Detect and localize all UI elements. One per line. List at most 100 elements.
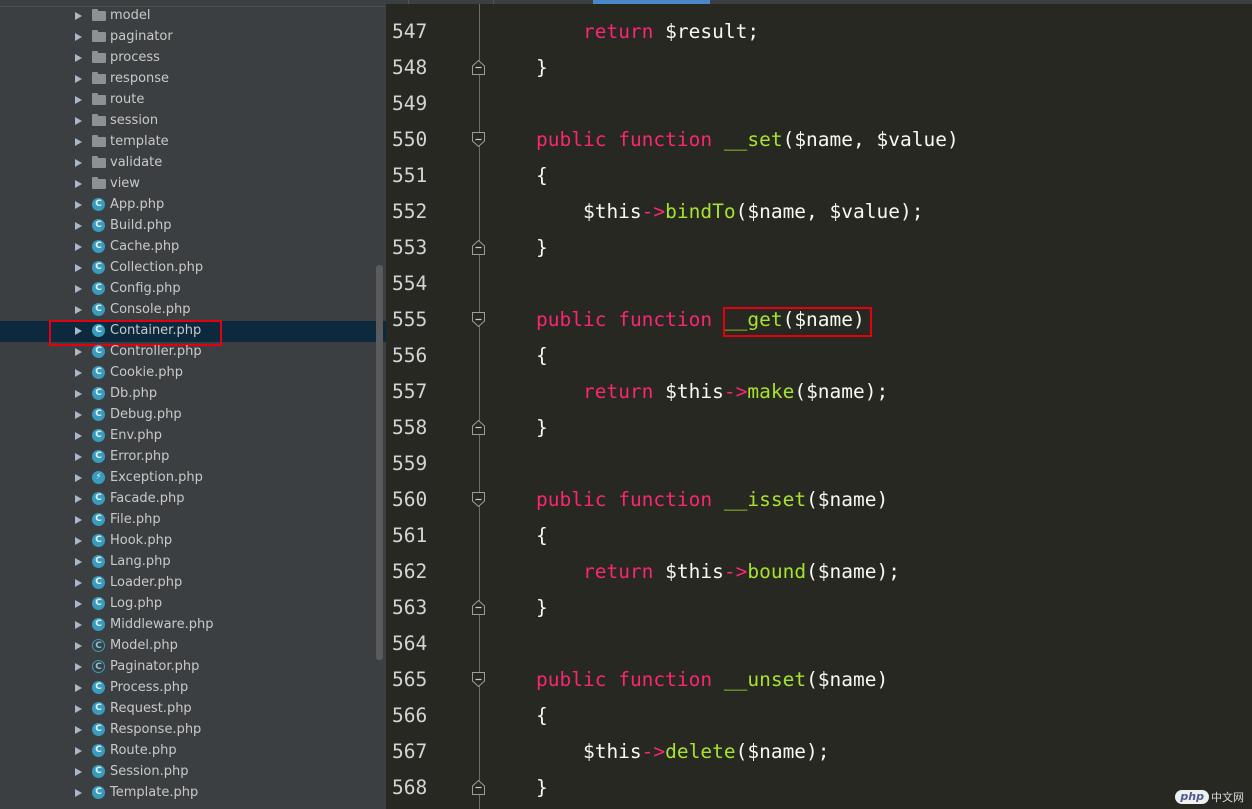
tree-file-item[interactable]: C Request.php xyxy=(0,699,386,720)
expand-arrow-icon[interactable] xyxy=(75,201,82,209)
code-line[interactable]: 566 { xyxy=(386,698,1252,734)
code-line[interactable]: 551 { xyxy=(386,158,1252,194)
fold-collapse-icon[interactable] xyxy=(472,492,485,507)
line-number[interactable]: 557 xyxy=(392,374,432,410)
tree-file-item[interactable]: C Config.php xyxy=(0,279,386,300)
tree-file-item[interactable]: C Db.php xyxy=(0,384,386,405)
code-line[interactable]: 554 xyxy=(386,266,1252,302)
expand-arrow-icon[interactable] xyxy=(75,516,82,524)
fold-end-icon[interactable] xyxy=(472,60,485,75)
tree-folder-item[interactable]: paginator xyxy=(0,27,386,48)
line-number[interactable]: 566 xyxy=(392,698,432,734)
tree-file-item[interactable]: C Cache.php xyxy=(0,237,386,258)
tree-file-item[interactable]: C Process.php xyxy=(0,678,386,699)
code-editor[interactable]: 547 return $result; 548} 549 550 public func… xyxy=(386,0,1252,809)
line-number[interactable]: 556 xyxy=(392,338,432,374)
code-line[interactable]: 558} xyxy=(386,410,1252,446)
expand-arrow-icon[interactable] xyxy=(75,33,82,41)
expand-arrow-icon[interactable] xyxy=(75,369,82,377)
line-number[interactable]: 567 xyxy=(392,734,432,770)
expand-arrow-icon[interactable] xyxy=(75,222,82,230)
expand-arrow-icon[interactable] xyxy=(75,243,82,251)
line-number[interactable]: 559 xyxy=(392,446,432,482)
expand-arrow-icon[interactable] xyxy=(75,642,82,650)
line-number[interactable]: 554 xyxy=(392,266,432,302)
fold-collapse-icon[interactable] xyxy=(472,132,485,147)
expand-arrow-icon[interactable] xyxy=(75,621,82,629)
tree-folder-item[interactable]: route xyxy=(0,90,386,111)
line-number[interactable]: 548 xyxy=(392,50,432,86)
tree-file-item[interactable]: C Build.php xyxy=(0,216,386,237)
expand-arrow-icon[interactable] xyxy=(75,96,82,104)
line-number[interactable]: 568 xyxy=(392,770,432,806)
expand-arrow-icon[interactable] xyxy=(75,495,82,503)
expand-arrow-icon[interactable] xyxy=(75,117,82,125)
tree-folder-item[interactable]: process xyxy=(0,48,386,69)
code-line[interactable]: 550 public function __set($name, $value) xyxy=(386,122,1252,158)
line-number[interactable]: 555 xyxy=(392,302,432,338)
tree-file-item[interactable]: C Response.php xyxy=(0,720,386,741)
line-number[interactable]: 550 xyxy=(392,122,432,158)
tree-file-item[interactable]: C Template.php xyxy=(0,783,386,804)
line-number[interactable]: 553 xyxy=(392,230,432,266)
fold-end-icon[interactable] xyxy=(472,420,485,435)
expand-arrow-icon[interactable] xyxy=(75,663,82,671)
line-number[interactable]: 551 xyxy=(392,158,432,194)
expand-arrow-icon[interactable] xyxy=(75,789,82,797)
line-number[interactable]: 560 xyxy=(392,482,432,518)
tree-folder-item[interactable]: model xyxy=(0,6,386,27)
tree-file-item[interactable]: ⚡ Exception.php xyxy=(0,468,386,489)
expand-arrow-icon[interactable] xyxy=(75,411,82,419)
tree-file-item[interactable]: C App.php xyxy=(0,195,386,216)
expand-arrow-icon[interactable] xyxy=(75,54,82,62)
active-tab-indicator[interactable] xyxy=(593,0,710,4)
expand-arrow-icon[interactable] xyxy=(75,537,82,545)
fold-end-icon[interactable] xyxy=(472,240,485,255)
line-number[interactable]: 561 xyxy=(392,518,432,554)
expand-arrow-icon[interactable] xyxy=(75,348,82,356)
expand-arrow-icon[interactable] xyxy=(75,138,82,146)
tree-file-item[interactable]: C Error.php xyxy=(0,447,386,468)
code-line[interactable]: 568} xyxy=(386,770,1252,806)
tree-file-item[interactable]: C Debug.php xyxy=(0,405,386,426)
fold-collapse-icon[interactable] xyxy=(472,312,485,327)
line-number[interactable]: 558 xyxy=(392,410,432,446)
line-number[interactable]: 562 xyxy=(392,554,432,590)
expand-arrow-icon[interactable] xyxy=(75,285,82,293)
tree-file-item[interactable]: C Session.php xyxy=(0,762,386,783)
expand-arrow-icon[interactable] xyxy=(75,306,82,314)
expand-arrow-icon[interactable] xyxy=(75,180,82,188)
expand-arrow-icon[interactable] xyxy=(75,453,82,461)
project-tree-scrollbar[interactable] xyxy=(376,265,383,660)
code-line[interactable]: 567 $this->delete($name); xyxy=(386,734,1252,770)
expand-arrow-icon[interactable] xyxy=(75,726,82,734)
line-number[interactable]: 565 xyxy=(392,662,432,698)
tree-file-item[interactable]: C Model.php xyxy=(0,636,386,657)
tree-folder-item[interactable]: view xyxy=(0,174,386,195)
code-line[interactable]: 557 return $this->make($name); xyxy=(386,374,1252,410)
fold-collapse-icon[interactable] xyxy=(472,672,485,687)
expand-arrow-icon[interactable] xyxy=(75,264,82,272)
tree-folder-item[interactable]: response xyxy=(0,69,386,90)
expand-arrow-icon[interactable] xyxy=(75,390,82,398)
code-line[interactable]: 552 $this->bindTo($name, $value); xyxy=(386,194,1252,230)
code-line[interactable]: 562 return $this->bound($name); xyxy=(386,554,1252,590)
tree-file-item[interactable]: C Collection.php xyxy=(0,258,386,279)
tree-file-item[interactable]: C Route.php xyxy=(0,741,386,762)
code-line[interactable]: 559 xyxy=(386,446,1252,482)
line-number[interactable]: 552 xyxy=(392,194,432,230)
expand-arrow-icon[interactable] xyxy=(75,558,82,566)
tree-file-item[interactable]: C Hook.php xyxy=(0,531,386,552)
expand-arrow-icon[interactable] xyxy=(75,705,82,713)
code-line[interactable]: 549 xyxy=(386,86,1252,122)
expand-arrow-icon[interactable] xyxy=(75,432,82,440)
expand-arrow-icon[interactable] xyxy=(75,684,82,692)
line-number[interactable]: 564 xyxy=(392,626,432,662)
code-line[interactable]: 564 xyxy=(386,626,1252,662)
code-line[interactable]: 547 return $result; xyxy=(386,14,1252,50)
code-line[interactable]: 560 public function __isset($name) xyxy=(386,482,1252,518)
tree-file-item[interactable]: C Log.php xyxy=(0,594,386,615)
line-number[interactable]: 549 xyxy=(392,86,432,122)
expand-arrow-icon[interactable] xyxy=(75,75,82,83)
tree-file-item[interactable]: C Env.php xyxy=(0,426,386,447)
